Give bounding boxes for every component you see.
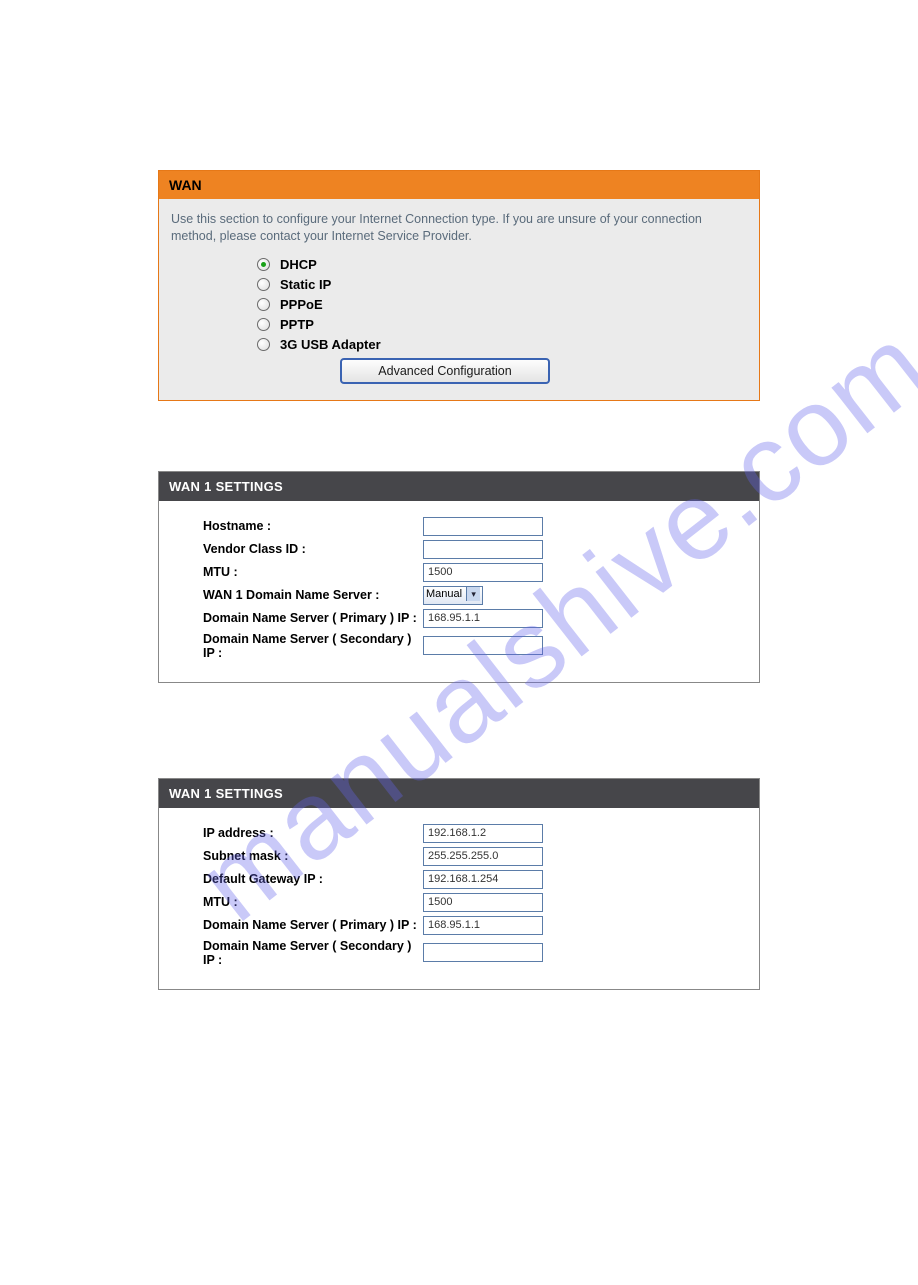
radio-icon	[257, 278, 270, 291]
select-value: Manual	[426, 588, 462, 600]
dns-mode-select[interactable]: Manual ▾	[423, 586, 483, 605]
dns-mode-label: WAN 1 Domain Name Server :	[173, 588, 423, 602]
chevron-down-icon: ▾	[466, 587, 480, 601]
connection-type-options: DHCP Static IP PPPoE PPTP 3G USB Adapter…	[257, 257, 747, 384]
mtu-label: MTU :	[173, 565, 423, 579]
mtu-label: MTU :	[173, 895, 423, 909]
option-pppoe[interactable]: PPPoE	[257, 297, 747, 312]
ip-address-input[interactable]	[423, 824, 543, 843]
wan-panel: WAN Use this section to configure your I…	[158, 170, 760, 401]
dns-secondary-label: Domain Name Server ( Secondary ) IP :	[173, 632, 423, 660]
vendor-class-input[interactable]	[423, 540, 543, 559]
dns-primary-input[interactable]	[423, 609, 543, 628]
mtu-input[interactable]	[423, 563, 543, 582]
ip-address-label: IP address :	[173, 826, 423, 840]
wan-description: Use this section to configure your Inter…	[171, 211, 747, 245]
radio-icon	[257, 298, 270, 311]
radio-icon	[257, 318, 270, 331]
default-gateway-input[interactable]	[423, 870, 543, 889]
panel-title: WAN 1 SETTINGS	[159, 779, 759, 808]
option-label: DHCP	[280, 257, 317, 272]
dns-secondary-input[interactable]	[423, 636, 543, 655]
panel-title: WAN 1 SETTINGS	[159, 472, 759, 501]
option-label: 3G USB Adapter	[280, 337, 381, 352]
vendor-class-label: Vendor Class ID :	[173, 542, 423, 556]
mtu-input[interactable]	[423, 893, 543, 912]
advanced-configuration-button[interactable]: Advanced Configuration	[340, 358, 550, 384]
dns-primary-label: Domain Name Server ( Primary ) IP :	[173, 611, 423, 625]
option-dhcp[interactable]: DHCP	[257, 257, 747, 272]
dns-secondary-input[interactable]	[423, 943, 543, 962]
radio-icon	[257, 338, 270, 351]
dns-primary-input[interactable]	[423, 916, 543, 935]
hostname-input[interactable]	[423, 517, 543, 536]
option-label: PPPoE	[280, 297, 323, 312]
radio-icon	[257, 258, 270, 271]
subnet-mask-label: Subnet mask :	[173, 849, 423, 863]
option-label: PPTP	[280, 317, 314, 332]
wan1-settings-static-panel: WAN 1 SETTINGS IP address : Subnet mask …	[158, 778, 760, 990]
option-pptp[interactable]: PPTP	[257, 317, 747, 332]
option-3g-usb[interactable]: 3G USB Adapter	[257, 337, 747, 352]
dns-secondary-label: Domain Name Server ( Secondary ) IP :	[173, 939, 423, 967]
wan1-settings-dhcp-panel: WAN 1 SETTINGS Hostname : Vendor Class I…	[158, 471, 760, 683]
option-static-ip[interactable]: Static IP	[257, 277, 747, 292]
wan-title: WAN	[159, 171, 759, 199]
dns-primary-label: Domain Name Server ( Primary ) IP :	[173, 918, 423, 932]
subnet-mask-input[interactable]	[423, 847, 543, 866]
hostname-label: Hostname :	[173, 519, 423, 533]
default-gateway-label: Default Gateway IP :	[173, 872, 423, 886]
option-label: Static IP	[280, 277, 331, 292]
